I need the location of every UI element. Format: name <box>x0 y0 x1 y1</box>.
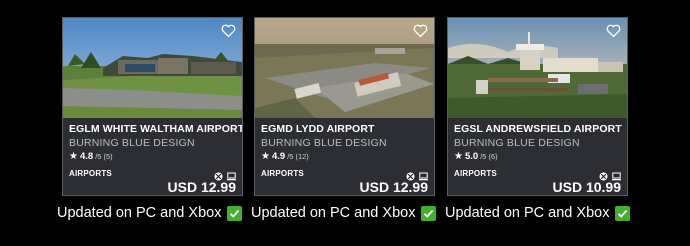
heart-outline-icon[interactable] <box>606 24 621 38</box>
developer-name[interactable]: BURNING BLUE DESIGN <box>261 137 387 149</box>
product-thumbnail[interactable] <box>448 18 627 118</box>
pc-icon <box>419 168 428 181</box>
product-info: EGSL ANDREWSFIELD AIRPORT BURNING BLUE D… <box>448 118 627 195</box>
rating-count: (6) <box>488 152 498 161</box>
rating-value: 4.8 <box>79 151 94 162</box>
caption-text: Updated on PC and Xbox <box>57 205 222 221</box>
rating-scale: /5 <box>287 152 294 161</box>
platform-icons <box>214 168 236 181</box>
rating-count: (5) <box>103 152 113 161</box>
platform-icons <box>406 168 428 181</box>
category-label: AIRPORTS <box>69 169 112 178</box>
platform-icons <box>599 168 621 181</box>
rating-scale: /5 <box>480 152 487 161</box>
category-label: AIRPORTS <box>454 169 497 178</box>
rating-value: 5.0 <box>464 151 479 162</box>
product-info: EGMD LYDD AIRPORT BURNING BLUE DESIGN ★ … <box>255 118 434 195</box>
product-title[interactable]: EGMD LYDD AIRPORT <box>261 123 375 135</box>
product-title[interactable]: EGLM WHITE WALTHAM AIRPORT <box>69 123 242 135</box>
product-card-andrewsfield[interactable]: EGSL ANDREWSFIELD AIRPORT BURNING BLUE D… <box>447 17 628 196</box>
check-mark-icon <box>227 205 243 221</box>
update-caption: Updated on PC and Xbox <box>445 205 631 221</box>
category-label: AIRPORTS <box>261 169 304 178</box>
update-caption: Updated on PC and Xbox <box>251 205 437 221</box>
xbox-icon <box>214 168 223 181</box>
price: USD 12.99 <box>167 179 236 195</box>
heart-outline-icon[interactable] <box>221 24 236 38</box>
star-icon: ★ <box>261 151 270 162</box>
caption-text: Updated on PC and Xbox <box>251 205 416 221</box>
rating-count: (12) <box>295 152 309 161</box>
xbox-icon <box>599 168 608 181</box>
product-title[interactable]: EGSL ANDREWSFIELD AIRPORT <box>454 123 622 135</box>
product-card-row: EGLM WHITE WALTHAM AIRPORT BURNING BLUE … <box>0 17 690 197</box>
pc-icon <box>612 168 621 181</box>
product-thumbnail[interactable] <box>255 18 434 118</box>
heart-outline-icon[interactable] <box>413 24 428 38</box>
product-card-lydd[interactable]: EGMD LYDD AIRPORT BURNING BLUE DESIGN ★ … <box>254 17 435 196</box>
star-icon: ★ <box>454 151 463 162</box>
developer-name[interactable]: BURNING BLUE DESIGN <box>454 137 580 149</box>
product-info: EGLM WHITE WALTHAM AIRPORT BURNING BLUE … <box>63 118 242 195</box>
developer-name[interactable]: BURNING BLUE DESIGN <box>69 137 195 149</box>
rating: ★ 4.8 /5 (5) <box>69 151 113 162</box>
rating-value: 4.9 <box>271 151 286 162</box>
product-thumbnail[interactable] <box>63 18 242 118</box>
product-card-white-waltham[interactable]: EGLM WHITE WALTHAM AIRPORT BURNING BLUE … <box>62 17 243 196</box>
rating: ★ 5.0 /5 (6) <box>454 151 498 162</box>
caption-text: Updated on PC and Xbox <box>445 205 610 221</box>
rating-scale: /5 <box>95 152 102 161</box>
xbox-icon <box>406 168 415 181</box>
star-icon: ★ <box>69 151 78 162</box>
rating: ★ 4.9 /5 (12) <box>261 151 309 162</box>
price: USD 10.99 <box>552 179 621 195</box>
update-caption: Updated on PC and Xbox <box>57 205 243 221</box>
check-mark-icon <box>615 205 631 221</box>
pc-icon <box>227 168 236 181</box>
price: USD 12.99 <box>359 179 428 195</box>
check-mark-icon <box>421 205 437 221</box>
